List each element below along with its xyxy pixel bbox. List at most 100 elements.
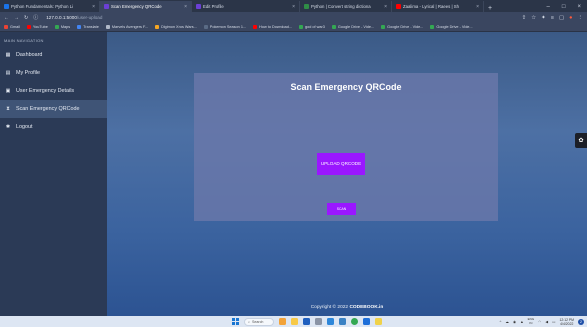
share-icon[interactable]: ⇪ bbox=[522, 15, 527, 21]
sidebar: MAIN NAVIGATION ▦ Dashboard ▤ My Profile… bbox=[0, 32, 107, 316]
bookmark-label: Maps bbox=[60, 25, 71, 29]
gfg-icon bbox=[304, 4, 309, 9]
url-input[interactable]: 127.0.0.1:5000/user-upload bbox=[43, 14, 516, 22]
scan-button[interactable]: SCAN bbox=[327, 203, 356, 215]
bookmark-youtube[interactable]: YouTube bbox=[26, 25, 48, 29]
footer-brand: CODEBOOK.in bbox=[349, 305, 384, 310]
browser-tab[interactable]: Edit Profile × bbox=[192, 1, 300, 12]
google-drive-icon bbox=[430, 25, 435, 29]
minimize-icon[interactable]: – bbox=[547, 4, 550, 10]
close-icon[interactable]: × bbox=[381, 4, 387, 10]
tab-label: Python Fundamentals: Python Li bbox=[11, 4, 74, 9]
gmail-icon bbox=[4, 25, 8, 29]
battery-icon[interactable]: ▭ bbox=[552, 320, 555, 324]
browser-tab[interactable]: Python Fundamentals: Python Li × bbox=[0, 1, 100, 12]
widgets-icon[interactable] bbox=[279, 318, 286, 325]
bookmark-star-icon[interactable]: ☆ bbox=[531, 15, 536, 21]
notepad-icon[interactable] bbox=[375, 318, 382, 325]
window-controls: – □ × bbox=[541, 1, 587, 12]
page-title: Scan Emergency QRCode bbox=[290, 82, 402, 92]
settings-app-icon[interactable] bbox=[315, 318, 322, 325]
back-icon[interactable]: ← bbox=[4, 15, 9, 21]
new-tab-icon[interactable]: + bbox=[484, 5, 496, 12]
chrome-icon[interactable] bbox=[351, 318, 358, 325]
photos-icon[interactable] bbox=[339, 318, 346, 325]
google-drive-icon bbox=[299, 25, 304, 29]
sidebar-toggle-icon[interactable]: ▢ bbox=[559, 15, 564, 21]
logout-icon: ✱ bbox=[5, 124, 11, 130]
close-icon[interactable]: × bbox=[289, 4, 295, 10]
menu-icon[interactable]: ⋮ bbox=[578, 15, 584, 21]
region-code: IN bbox=[529, 320, 533, 325]
reading-list-icon[interactable]: ≡ bbox=[551, 15, 554, 21]
tab-label: Scan Emergency QRCode bbox=[111, 4, 162, 9]
bookmark-google-drive[interactable]: Google Drive - Vide... bbox=[381, 25, 423, 29]
sidebar-item-dashboard[interactable]: ▦ Dashboard bbox=[0, 46, 107, 64]
search-label: Search bbox=[252, 319, 264, 324]
url-path: /user-upload bbox=[76, 15, 103, 20]
sidebar-item-user-emergency-details[interactable]: ▣ User Emergency Details bbox=[0, 82, 107, 100]
bookmark-google-drive[interactable]: Google Drive - Vide... bbox=[331, 25, 374, 29]
cloud-icon[interactable]: ☁ bbox=[505, 320, 509, 324]
show-hidden-icons-icon[interactable]: ^ bbox=[500, 320, 502, 324]
footer-copyright: Copyright © 2022 CODEBOOK.in bbox=[107, 305, 587, 310]
file-explorer-icon[interactable] bbox=[291, 318, 298, 325]
google-drive-icon bbox=[381, 25, 386, 29]
toolbar-icons: ⇪ ☆ ✦ ≡ ▢ ● ⋮ bbox=[522, 15, 583, 21]
sidebar-item-logout[interactable]: ✱ Logout bbox=[0, 118, 107, 136]
close-icon[interactable]: × bbox=[89, 4, 95, 10]
profile-avatar-icon[interactable]: ● bbox=[569, 15, 572, 21]
bookmark-pokemon[interactable]: Pokemon Season 1... bbox=[203, 25, 246, 29]
details-icon: ▣ bbox=[5, 88, 11, 94]
clock[interactable]: 12:12 PM 4/4/2022 bbox=[559, 318, 574, 326]
close-icon[interactable]: × bbox=[473, 4, 479, 10]
upload-qrcode-button[interactable]: UPLOAD QRCODE bbox=[317, 153, 365, 175]
maximize-icon[interactable]: □ bbox=[562, 4, 566, 10]
browser-tab-active[interactable]: Scan Emergency QRCode × bbox=[100, 1, 192, 12]
bookmark-page-icon bbox=[105, 25, 110, 29]
close-window-icon[interactable]: × bbox=[577, 4, 581, 10]
search-icon: ⌕ bbox=[248, 319, 251, 324]
language-indicator[interactable]: ENG IN bbox=[528, 317, 535, 325]
sidebar-item-label: Logout bbox=[16, 124, 33, 130]
vscode-icon[interactable] bbox=[327, 318, 334, 325]
bookmark-digimon[interactable]: Digimon Xros Wars... bbox=[155, 25, 197, 29]
bookmark-translate[interactable]: Translate bbox=[77, 25, 99, 29]
wifi-icon[interactable]: ◠ bbox=[538, 320, 541, 324]
bookmark-gmail[interactable]: Gmail bbox=[4, 25, 20, 29]
sidebar-item-scan-emergency-qrcode[interactable]: ⧗ Scan Emergency QRCode bbox=[0, 100, 107, 118]
volume-icon[interactable]: ◀ bbox=[545, 320, 548, 324]
bookmark-how-to-download[interactable]: How to Download... bbox=[253, 25, 292, 29]
bookmark-avengers[interactable]: Marvels Avengers F... bbox=[105, 25, 148, 29]
extensions-icon[interactable]: ✦ bbox=[541, 15, 546, 21]
youtube-icon bbox=[26, 25, 31, 29]
sidebar-heading: MAIN NAVIGATION bbox=[4, 38, 44, 43]
close-icon[interactable]: × bbox=[181, 4, 187, 10]
info-icon[interactable]: ⓘ bbox=[33, 14, 38, 21]
onedrive-icon[interactable]: ▲ bbox=[520, 320, 524, 324]
bookmark-label: Google Drive - Vide... bbox=[436, 25, 473, 29]
settings-gear-icon[interactable]: ✿ bbox=[575, 133, 587, 148]
reload-icon[interactable]: ↻ bbox=[24, 15, 28, 21]
tab-label: Zaalima - Lyrical | Raees | Sh bbox=[403, 4, 460, 9]
store-icon[interactable] bbox=[303, 318, 310, 325]
bookmark-god-of-war[interactable]: god of war3 bbox=[299, 25, 325, 29]
taskbar: ⌕ Search ^ ☁ ◉ ▲ ENG IN ◠ ◀ ▭ 12:12 PM 4… bbox=[0, 316, 587, 327]
bookmark-google-drive[interactable]: Google Drive - Vide... bbox=[430, 25, 473, 29]
forward-icon[interactable]: → bbox=[14, 15, 19, 21]
bookmark-label: god of war3 bbox=[305, 25, 325, 29]
mail-icon[interactable] bbox=[363, 318, 370, 325]
taskbar-search[interactable]: ⌕ Search bbox=[244, 317, 274, 326]
sidebar-item-label: Scan Emergency QRCode bbox=[16, 106, 80, 112]
sidebar-item-my-profile[interactable]: ▤ My Profile bbox=[0, 64, 107, 82]
browser-tab[interactable]: Zaalima - Lyrical | Raees | Sh × bbox=[392, 1, 484, 12]
youtube-icon bbox=[253, 25, 258, 29]
notification-badge-icon[interactable]: 2 bbox=[578, 318, 584, 325]
windows-start-icon[interactable] bbox=[232, 318, 239, 325]
clock-date: 4/4/2022 bbox=[560, 321, 574, 326]
bookmark-label: YouTube bbox=[32, 25, 48, 29]
bookmark-maps[interactable]: Maps bbox=[54, 25, 71, 29]
sidebar-item-label: User Emergency Details bbox=[16, 88, 75, 94]
browser-tab[interactable]: Python | Convert string dictiona × bbox=[300, 1, 392, 12]
security-icon[interactable]: ◉ bbox=[513, 320, 516, 324]
